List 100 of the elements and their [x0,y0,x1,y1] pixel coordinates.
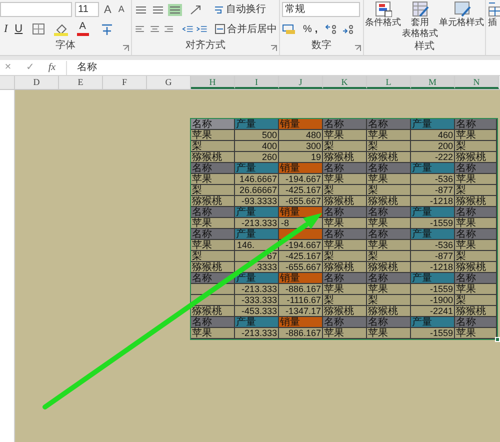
table-cell: -1559 [411,328,455,339]
table-cell: 梨 [455,185,497,196]
table-cell: 苹果 [367,240,411,251]
table-cell: 猕猴桃 [455,152,497,163]
shrink-font-button[interactable]: A [116,3,126,16]
header-cell: 销量 [279,163,323,174]
currency-icon[interactable] [282,23,296,36]
table-cell: 猕猴桃 [367,152,411,163]
table-cell: 苹果 [455,240,497,251]
align-middle-icon[interactable] [151,4,165,16]
wrap-text-icon[interactable] [214,4,224,15]
table-cell: 200 [411,141,455,152]
insert-button[interactable]: 插 [486,0,500,55]
conditional-format-button[interactable]: 条件格式 [365,1,401,39]
decrease-decimal-icon[interactable] [342,23,356,36]
fill-handle[interactable] [495,337,500,342]
group-label: 字体 [56,38,76,53]
table-cell: 苹果 [323,174,367,185]
table-cell: 26.66667 [235,185,279,196]
header-cell: 名称 [455,317,497,328]
header-cell: 名称 [367,207,411,218]
group-label: 样式 [414,40,434,54]
table-cell: -877 [411,185,455,196]
percent-button[interactable]: % [303,22,312,37]
table-cell: 苹果 [191,328,235,339]
table-cell: 400 [235,141,279,152]
header-cell: 产量 [235,119,279,130]
table-cell: 苹果 [323,218,367,229]
table-cell: 苹果 [191,218,235,229]
column-header[interactable]: N [455,76,499,89]
header-cell: 销量 [279,119,323,130]
column-header[interactable]: M [411,76,455,89]
header-cell: 名称 [191,207,235,218]
column-header[interactable]: I [235,76,279,89]
header-cell: 名称 [323,207,367,218]
header-cell: 产量 [411,273,455,284]
table-cell: -655.667 [279,196,323,207]
header-cell: 产量 [235,317,279,328]
formula-field[interactable]: 名称 [66,60,500,74]
number-format-field[interactable]: 常规 [282,2,360,18]
wrap-text-button[interactable]: 自动换行 [214,2,266,18]
table-cell: 猕猴桃 [455,196,497,207]
cell-styles-button[interactable]: 单元格样式 [439,1,484,39]
table-cell: 19 [279,152,323,163]
column-header[interactable]: K [323,76,367,89]
header-cell: 名称 [367,229,411,240]
table-cell: 梨 [367,251,411,262]
grow-font-button[interactable]: A [102,2,114,18]
table-cell: 苹果 [367,218,411,229]
column-header[interactable]: J [279,76,323,89]
table-cell: 梨 [191,185,235,196]
insert-function-button[interactable]: fx [44,60,60,75]
table-cell: 猕猴桃 [191,306,235,317]
insert-icon[interactable] [488,1,500,17]
header-cell: 名称 [323,273,367,284]
dialog-launcher-icon[interactable] [355,45,361,51]
table-cell: 猕猴桃 [323,196,367,207]
header-cell: 销量 [279,317,323,328]
column-header[interactable]: L [367,76,411,89]
font-name-field[interactable] [0,2,72,18]
table-cell: 苹果 [367,328,411,339]
increase-decimal-icon[interactable] [324,23,339,36]
table-cell: 苹果 [323,284,367,295]
table-cell: 260 [235,152,279,163]
header-cell: 产量 [411,119,455,130]
header-cell: 名称 [455,119,497,130]
merge-center-button[interactable]: 合并后居中 [214,22,277,37]
table-cell: 梨 [367,141,411,152]
header-cell: 名称 [191,163,235,174]
table-cell: 苹果 [191,174,235,185]
comma-button[interactable]: , [314,22,318,37]
table-cell: 梨 [367,295,411,306]
table-cell: -2241 [411,306,455,317]
table-cell: 苹果 [367,284,411,295]
font-size-field[interactable]: 11 [75,2,99,18]
table-cell: -886.167 [279,328,323,339]
merge-cells-icon[interactable] [214,24,225,34]
header-cell: 名称 [191,229,235,240]
fill-color-icon[interactable] [52,22,69,36]
underline-button[interactable]: U [12,21,25,38]
dialog-launcher-icon[interactable] [123,45,129,51]
table-cell: -213.333 [235,218,279,229]
table-cell: 460 [411,130,455,141]
font-color-button[interactable]: A [74,22,91,36]
align-top-icon[interactable] [134,4,148,16]
table-cell: 猕猴桃 [367,196,411,207]
table-cell: -194.667 [279,174,323,185]
italic-button[interactable]: I [2,21,10,38]
align-bottom-icon[interactable] [168,4,182,16]
header-cell: 产量 [411,317,455,328]
table-cell: 500 [235,130,279,141]
header-cell: 名称 [191,317,235,328]
format-table-button[interactable]: 套用 表格格式 [402,1,438,39]
header-cell: 名称 [323,163,367,174]
dialog-launcher-icon[interactable] [271,45,277,51]
borders-icon[interactable] [32,23,46,36]
table-cell: -222 [411,152,455,163]
column-header[interactable]: H [191,76,235,89]
table-cell: 梨 [367,185,411,196]
table-cell: 苹果 [367,130,411,141]
